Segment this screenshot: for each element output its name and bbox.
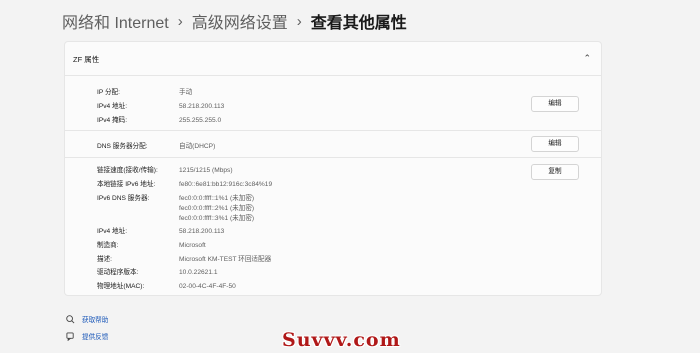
copy-button[interactable]: 复制 xyxy=(531,164,579,180)
ip-settings-section: IP 分配: 手动 IPv4 地址: 58.218.200.113 IPv4 掩码:… xyxy=(64,75,602,131)
ipv4-mask-row: IPv4 掩码: 255.255.255.0 xyxy=(97,114,221,124)
watermark: Suvvv.com xyxy=(282,329,401,351)
dns-section: DNS 服务器分配: 自动(DHCP) 编辑 xyxy=(64,130,602,158)
give-feedback-link[interactable]: 提供反馈 xyxy=(66,331,108,341)
ipv6-dns-label: IPv6 DNS 服务器: xyxy=(97,195,150,202)
breadcrumb-separator: › xyxy=(296,12,302,30)
breadcrumb-advanced-network-settings[interactable]: 高级网络设置 xyxy=(192,9,288,33)
dns-assignment-label: DNS 服务器分配: xyxy=(97,143,148,150)
manufacturer-row: 制造商: Microsoft xyxy=(97,239,206,249)
driver-version-label: 驱动程序版本: xyxy=(97,269,139,276)
manufacturer-label: 制造商: xyxy=(97,242,119,249)
feedback-icon xyxy=(66,331,75,341)
ip-assignment-value: 手动 xyxy=(179,89,193,96)
ipv6-dns-value-2: fec0:0:0:ffff::2%1 (未加密) xyxy=(179,205,255,212)
link-speed-label: 链接速度(接收/传输): xyxy=(97,167,158,174)
driver-version-value: 10.0.22621.1 xyxy=(179,269,218,276)
mac-row: 物理地址(MAC): 02-00-4C-4F-4F-50 xyxy=(97,280,236,290)
get-help-link[interactable]: 获取帮助 xyxy=(66,314,108,324)
mac-value: 02-00-4C-4F-4F-50 xyxy=(179,283,236,290)
ipv6-dns-value-1: fec0:0:0:ffff::1%1 (未加密) xyxy=(179,195,255,202)
manufacturer-value: Microsoft xyxy=(179,242,206,249)
breadcrumb-network-internet[interactable]: 网络和 Internet xyxy=(62,9,169,33)
link-speed-row: 链接速度(接收/传输): 1215/1215 (Mbps) xyxy=(97,164,233,174)
ipv4-address-label: IPv4 地址: xyxy=(97,103,128,110)
ipv4-address-detail-label: IPv4 地址: xyxy=(97,228,128,235)
page-title: 查看其他属性 xyxy=(310,15,407,32)
ipv6-local-value: fe80::6e81:bb12:916c:3c84%19 xyxy=(179,181,273,188)
ipv6-local-label: 本地链接 IPv6 地址: xyxy=(97,181,156,188)
ipv4-address-row: IPv4 地址: 58.218.200.113 xyxy=(97,100,224,110)
edit-ip-button[interactable]: 编辑 xyxy=(531,96,579,112)
adapter-details-section: 链接速度(接收/传输): 1215/1215 (Mbps) 本地链接 IPv6 地… xyxy=(64,157,602,296)
edit-dns-button[interactable]: 编辑 xyxy=(531,136,579,152)
breadcrumb-separator: › xyxy=(177,12,183,30)
dns-assignment-row: DNS 服务器分配: 自动(DHCP) xyxy=(97,140,215,150)
give-feedback-label: 提供反馈 xyxy=(82,334,109,341)
ipv6-dns-value-3: fec0:0:0:ffff::3%1 (未加密) xyxy=(179,215,255,222)
ipv4-address-detail-value: 58.218.200.113 xyxy=(179,228,225,235)
chevron-up-icon[interactable]: ⌃ xyxy=(583,53,591,64)
ip-assignment-row: IP 分配: 手动 xyxy=(97,86,192,96)
driver-version-row: 驱动程序版本: 10.0.22621.1 xyxy=(97,266,218,276)
dns-assignment-value: 自动(DHCP) xyxy=(179,143,216,150)
ipv4-mask-label: IPv4 掩码: xyxy=(97,117,128,124)
link-speed-value: 1215/1215 (Mbps) xyxy=(179,167,233,174)
help-chat-icon xyxy=(66,314,75,324)
get-help-label: 获取帮助 xyxy=(82,317,109,324)
mac-label: 物理地址(MAC): xyxy=(97,283,145,290)
ipv4-mask-value: 255.255.255.0 xyxy=(179,117,222,124)
description-row: 描述: Microsoft KM-TEST 环回适配器 xyxy=(97,253,271,263)
ipv4-address-value: 58.218.200.113 xyxy=(179,103,225,110)
section-header-zf-properties[interactable]: ZF 属性 ⌃ xyxy=(64,41,602,76)
description-value: Microsoft KM-TEST 环回适配器 xyxy=(179,256,272,263)
section-title: ZF 属性 xyxy=(73,55,100,64)
ip-assignment-label: IP 分配: xyxy=(97,89,120,96)
breadcrumb: 网络和 Internet › 高级网络设置 › 查看其他属性 xyxy=(62,9,407,33)
ipv4-address-detail-row: IPv4 地址: 58.218.200.113 xyxy=(97,225,224,235)
description-label: 描述: xyxy=(97,256,113,263)
ipv6-dns-row: IPv6 DNS 服务器: fec0:0:0:ffff::1%1 (未加密) xyxy=(97,192,254,202)
ipv6-local-row: 本地链接 IPv6 地址: fe80::6e81:bb12:916c:3c84%1… xyxy=(97,178,272,188)
